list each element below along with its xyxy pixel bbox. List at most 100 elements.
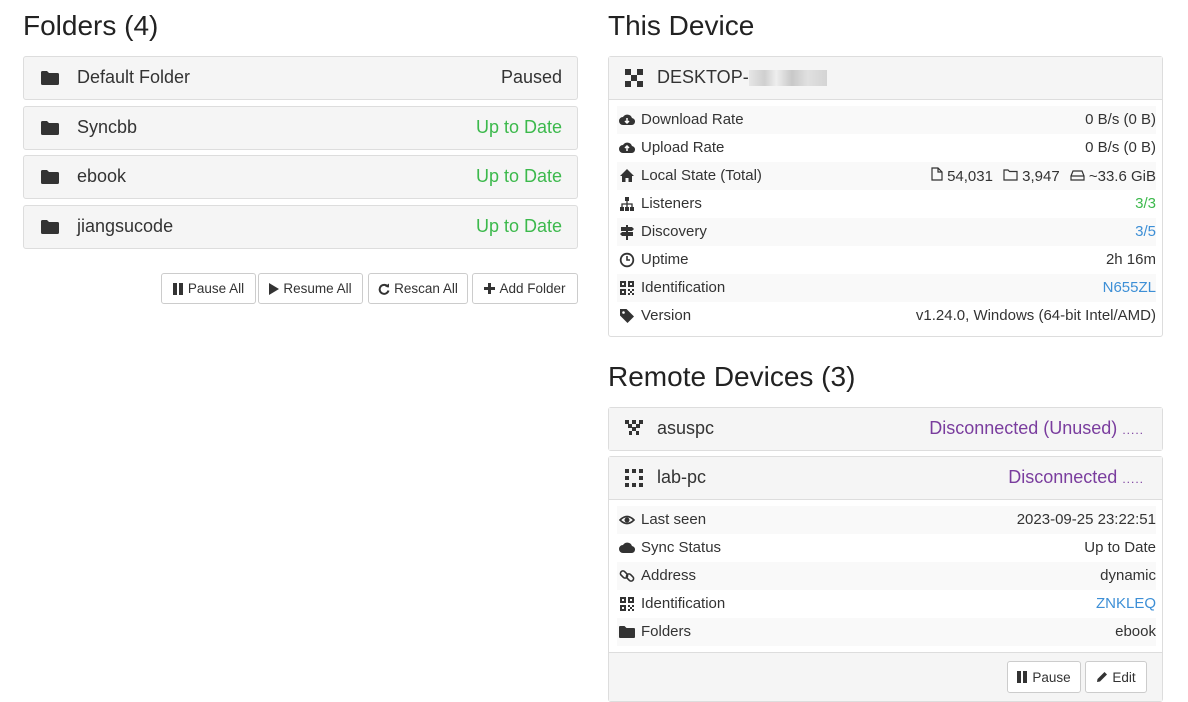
- row-value: dynamic: [1100, 567, 1156, 584]
- device-status-text: Disconnected: [1008, 467, 1118, 487]
- row-label: Uptime: [641, 251, 689, 268]
- row-label: Upload Rate: [641, 139, 725, 156]
- folder-panel[interactable]: jiangsucode Up to Date: [23, 205, 578, 249]
- folder-icon: [41, 121, 59, 135]
- rescan-all-label: Rescan All: [394, 281, 458, 296]
- device-name: DESKTOP-: [657, 67, 827, 88]
- row-value: 0 B/s (0 B): [1085, 111, 1156, 128]
- device-id-link[interactable]: N655ZL: [1103, 279, 1156, 296]
- device-status: Disconnected .....: [1008, 467, 1144, 488]
- row-value: 2023-09-25 23:22:51: [1016, 511, 1156, 528]
- device-id-link[interactable]: ZNKLEQ: [1096, 595, 1156, 612]
- tag-icon: [620, 309, 634, 323]
- pause-label: Pause: [1032, 669, 1071, 685]
- file-icon: [931, 167, 943, 181]
- home-icon: [620, 169, 634, 182]
- folder-icon: [41, 220, 59, 234]
- row-label: Last seen: [641, 511, 707, 528]
- folder-panel[interactable]: ebook Up to Date: [23, 155, 578, 199]
- resume-all-button[interactable]: Resume All: [258, 273, 363, 304]
- folder-panel[interactable]: Default Folder Paused: [23, 56, 578, 100]
- sitemap-icon: [620, 197, 634, 211]
- hdd-icon: [1070, 169, 1085, 181]
- device-status: Disconnected (Unused) .....: [929, 418, 1144, 439]
- cloud-upload-icon: [619, 142, 635, 154]
- this-device-panel: DESKTOP- Download Rate 0 B/s (0 B) Uploa…: [608, 56, 1163, 337]
- row-label: Identification: [641, 595, 726, 612]
- this-device-header[interactable]: DESKTOP-: [609, 57, 1162, 100]
- pencil-icon: [1097, 672, 1108, 682]
- lab-pc-info-table: Last seen 2023-09-25 23:22:51 Sync Statu…: [609, 500, 1162, 652]
- device-identicon-icon: [625, 69, 643, 87]
- folder-status: Up to Date: [475, 216, 562, 236]
- play-icon: [269, 282, 280, 295]
- folder-icon: [41, 170, 59, 184]
- folder-panel[interactable]: Syncbb Up to Date: [23, 106, 578, 150]
- pause-device-button[interactable]: Pause: [1007, 661, 1081, 693]
- row-value: ebook: [1115, 623, 1156, 640]
- device-identicon-icon: [625, 420, 643, 435]
- device-status-text: Disconnected (Unused): [929, 418, 1118, 438]
- pause-all-label: Pause All: [187, 281, 245, 296]
- device-name-text: DESKTOP-: [657, 67, 749, 87]
- device-name: lab-pc: [657, 467, 707, 487]
- qrcode-icon: [620, 597, 634, 611]
- folder-outline-icon: [1003, 168, 1018, 181]
- row-value: Up to Date: [1084, 539, 1156, 556]
- folder-status: Up to Date: [475, 166, 562, 186]
- row-label: Discovery: [641, 223, 707, 240]
- row-label: Folders: [641, 623, 692, 640]
- discovery-value[interactable]: 3/5: [1135, 223, 1156, 240]
- listeners-value[interactable]: 3/3: [1135, 195, 1156, 212]
- disk-size: ~33.6 GiB: [1070, 168, 1156, 185]
- pause-icon: [172, 282, 183, 295]
- row-identification: Identification ZNKLEQ: [617, 590, 1156, 618]
- this-device-heading: This Device: [608, 10, 755, 41]
- cloud-download-icon: [619, 114, 635, 126]
- row-listeners: Listeners 3/3: [617, 190, 1156, 218]
- edit-label: Edit: [1112, 669, 1136, 685]
- plus-icon: [484, 283, 496, 294]
- row-value: 54,031 3,947 ~33.6 GiB: [931, 167, 1156, 185]
- folder-name: Syncbb: [77, 117, 138, 137]
- asuspc-header[interactable]: asuspc Disconnected (Unused) .....: [609, 408, 1162, 450]
- status-dots: .....: [1122, 472, 1144, 486]
- remote-devices-heading: Remote Devices (3): [608, 361, 856, 392]
- remote-device-asuspc: asuspc Disconnected (Unused) .....: [608, 407, 1163, 451]
- folder-name: jiangsucode: [77, 216, 174, 236]
- add-folder-button[interactable]: Add Folder: [472, 273, 578, 304]
- device-name: asuspc: [657, 418, 715, 438]
- row-folders: Folders ebook: [617, 618, 1156, 646]
- row-last-seen: Last seen 2023-09-25 23:22:51: [617, 506, 1156, 534]
- dir-count: 3,947: [1003, 168, 1060, 185]
- refresh-icon: [378, 283, 390, 295]
- redacted-blur: [748, 70, 827, 87]
- row-discovery: Discovery 3/5: [617, 218, 1156, 246]
- signpost-icon: [620, 225, 634, 240]
- row-identification: Identification N655ZL: [617, 274, 1156, 302]
- folders-heading: Folders (4): [23, 10, 159, 41]
- link-icon: [619, 570, 635, 582]
- qrcode-icon: [620, 281, 634, 295]
- row-label: Sync Status: [641, 539, 722, 556]
- pause-all-button[interactable]: Pause All: [161, 273, 256, 304]
- clock-icon: [619, 252, 635, 268]
- row-label: Address: [641, 567, 697, 584]
- row-sync-status: Sync Status Up to Date: [617, 534, 1156, 562]
- resume-all-label: Resume All: [283, 281, 352, 296]
- lab-pc-header[interactable]: lab-pc Disconnected .....: [609, 457, 1162, 500]
- eye-icon: [619, 515, 635, 525]
- row-value: 2h 16m: [1105, 251, 1156, 268]
- folder-name: Default Folder: [77, 67, 191, 87]
- row-value: v1.24.0, Windows (64-bit Intel/AMD): [915, 307, 1156, 324]
- rescan-all-button[interactable]: Rescan All: [368, 273, 468, 304]
- row-address: Address dynamic: [617, 562, 1156, 590]
- folder-status: Paused: [500, 67, 562, 87]
- status-dots: .....: [1122, 423, 1144, 437]
- folder-name: ebook: [77, 166, 127, 186]
- folder-icon: [619, 626, 635, 638]
- cloud-icon: [619, 542, 635, 554]
- device-identicon-icon: [625, 469, 643, 487]
- edit-device-button[interactable]: Edit: [1085, 661, 1147, 693]
- file-count: 54,031: [931, 167, 993, 185]
